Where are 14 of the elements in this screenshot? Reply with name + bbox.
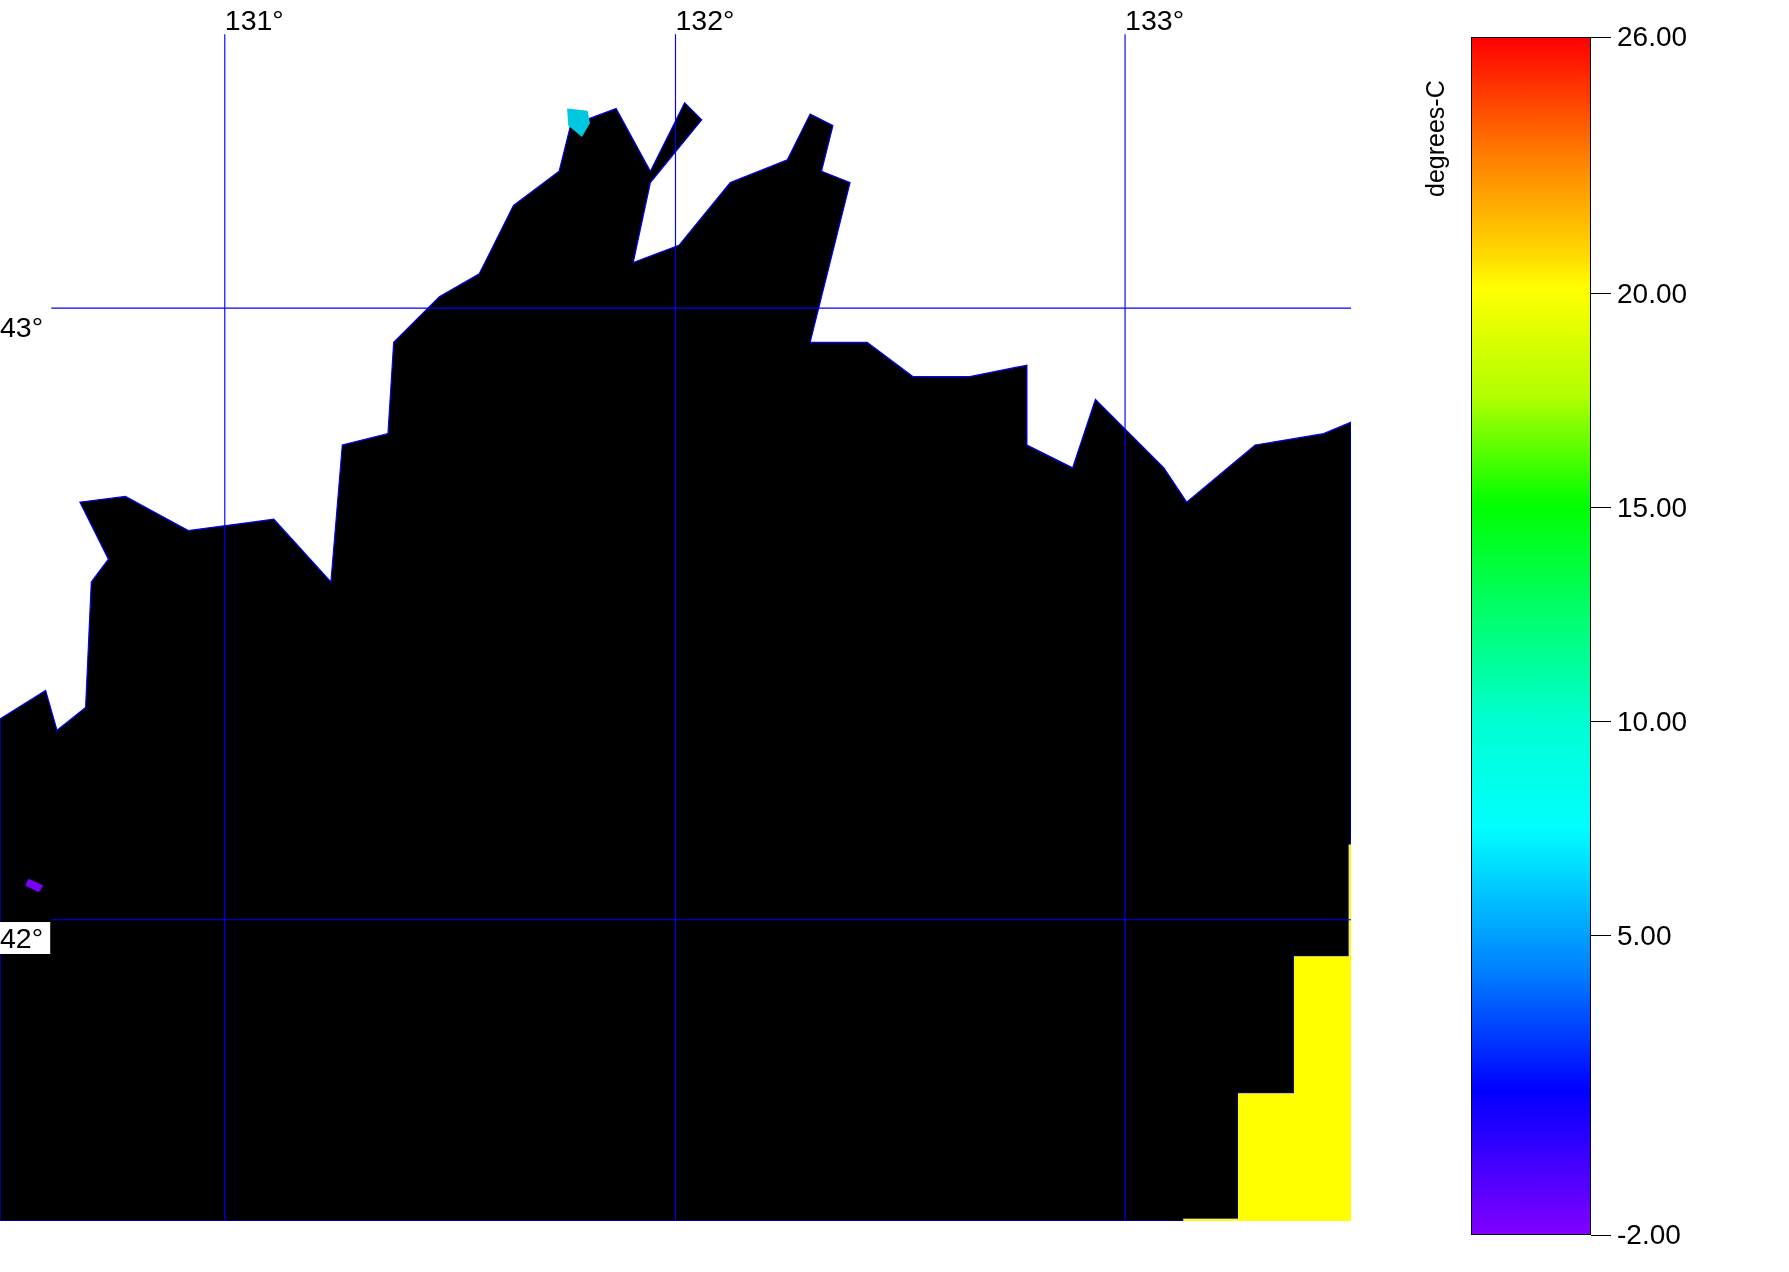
colorbar-tick-label: 15.00 <box>1617 491 1688 524</box>
longitude-label: 131° <box>224 3 284 36</box>
cold-speck <box>25 878 44 893</box>
colorbar-tick-label: 26.00 <box>1617 21 1688 53</box>
longitude-label: 133° <box>1125 3 1185 36</box>
warm-speck <box>567 108 590 137</box>
colorbar-tick-label: 5.00 <box>1617 919 1672 952</box>
colorbar-tick-label: 10.00 <box>1617 705 1688 738</box>
latitude-label: 42° <box>0 922 44 955</box>
longitude-label: 132° <box>675 3 735 36</box>
colorbar-tick-label: 20.00 <box>1617 277 1688 310</box>
latitude-label: 43° <box>0 310 44 343</box>
colorbar-title: degrees-C <box>1421 79 1450 197</box>
colorbar-tick-label: -2.00 <box>1617 1219 1681 1251</box>
